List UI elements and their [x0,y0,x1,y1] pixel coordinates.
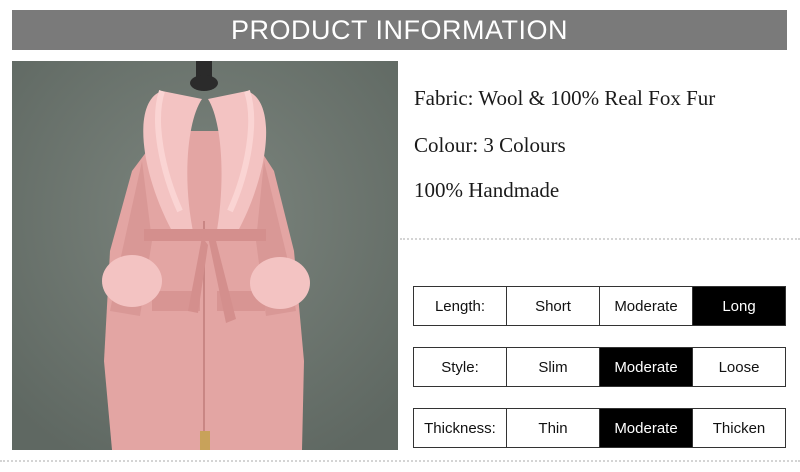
length-option-long: Long [692,287,785,325]
page-title: PRODUCT INFORMATION [231,14,568,45]
style-option-loose: Loose [692,348,785,386]
thickness-option-thicken: Thicken [692,409,785,447]
spec-label: Thickness: [414,409,506,447]
thickness-option-thin: Thin [506,409,599,447]
style-spec-row: Style: Slim Moderate Loose [413,347,786,387]
product-photo [12,61,398,450]
coat-illustration [12,61,398,450]
divider [0,460,800,462]
fabric-info: Fabric: Wool & 100% Real Fox Fur [414,86,716,110]
spec-label: Length: [414,287,506,325]
colour-info: Colour: 3 Colours [414,133,566,157]
length-spec-row: Length: Short Moderate Long [413,286,786,326]
length-option-moderate: Moderate [599,287,692,325]
length-option-short: Short [506,287,599,325]
style-option-moderate: Moderate [599,348,692,386]
thickness-spec-row: Thickness: Thin Moderate Thicken [413,408,786,448]
spec-label: Style: [414,348,506,386]
style-option-slim: Slim [506,348,599,386]
divider [400,238,800,240]
header-bar: PRODUCT INFORMATION [12,10,787,50]
thickness-option-moderate: Moderate [599,409,692,447]
handmade-info: 100% Handmade [414,178,560,202]
